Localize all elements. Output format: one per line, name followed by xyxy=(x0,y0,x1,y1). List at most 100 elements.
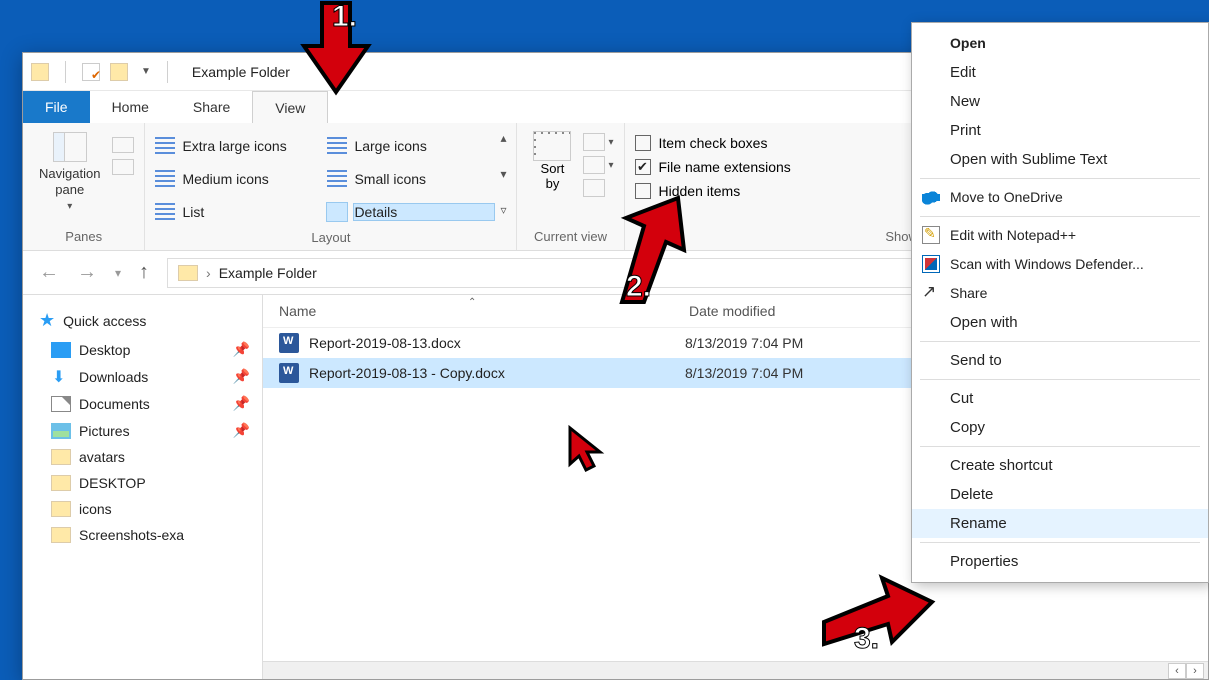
forward-button: → xyxy=(73,261,101,284)
ctx-share[interactable]: Share xyxy=(912,279,1208,308)
ctx-edit-notepadpp[interactable]: Edit with Notepad++ xyxy=(912,221,1208,250)
sidebar-item[interactable]: Downloads 📌 xyxy=(23,363,262,390)
ctx-new[interactable]: New xyxy=(912,87,1208,116)
chevron-down-icon[interactable]: ▾ xyxy=(500,167,506,181)
sidebar-item[interactable]: DESKTOP xyxy=(23,470,262,496)
ctx-open[interactable]: Open xyxy=(912,29,1208,58)
defender-icon xyxy=(922,255,940,273)
recent-dropdown[interactable]: ▾ xyxy=(111,266,125,280)
new-folder-icon[interactable] xyxy=(110,63,128,81)
ctx-open-with[interactable]: Open with xyxy=(912,308,1208,337)
navigation-pane-button[interactable]: Navigation pane ▾ xyxy=(33,127,106,212)
ctx-create-shortcut[interactable]: Create shortcut xyxy=(912,451,1208,480)
group-label: Current view xyxy=(527,226,613,250)
back-button[interactable]: ← xyxy=(35,261,63,284)
onedrive-icon xyxy=(922,188,940,206)
sort-by-button[interactable]: Sort by xyxy=(527,127,577,191)
sizecol-icon xyxy=(583,179,605,197)
pin-icon: 📌 xyxy=(233,341,250,358)
layout-list[interactable]: List xyxy=(182,204,322,220)
desktop-icon xyxy=(51,342,71,358)
annotation-number-1: 1. xyxy=(332,0,357,34)
star-icon: ★ xyxy=(39,310,55,331)
ctx-properties[interactable]: Properties xyxy=(912,547,1208,576)
sidebar-item[interactable]: icons xyxy=(23,496,262,522)
ctx-edit[interactable]: Edit xyxy=(912,58,1208,87)
sidebar-item-label: Pictures xyxy=(79,423,130,439)
sidebar-item[interactable]: Documents📌 xyxy=(23,390,262,417)
properties-icon[interactable]: ✔ xyxy=(82,63,100,81)
file-name: Report-2019-08-13.docx xyxy=(309,335,685,351)
separator xyxy=(920,178,1200,179)
tab-file[interactable]: File xyxy=(23,91,90,123)
separator xyxy=(167,61,168,83)
ctx-print[interactable]: Print xyxy=(912,116,1208,145)
separator xyxy=(920,341,1200,342)
details-pane-icon[interactable] xyxy=(112,159,134,175)
layout-large[interactable]: Large icons xyxy=(354,138,494,154)
group-label: Panes xyxy=(33,226,134,250)
layout-scroll[interactable]: ▴ ▾ ▿ xyxy=(500,127,506,217)
tab-view[interactable]: View xyxy=(252,91,328,123)
ctx-copy[interactable]: Copy xyxy=(912,413,1208,442)
navigation-sidebar[interactable]: ★ Quick access Desktop📌 Downloads 📌 Documen… xyxy=(23,295,263,679)
sidebar-item-label: icons xyxy=(79,501,112,517)
notepadpp-icon xyxy=(922,226,940,244)
tab-home[interactable]: Home xyxy=(90,91,171,123)
doc-icon xyxy=(51,396,71,412)
layout-small[interactable]: Small icons xyxy=(354,171,494,187)
ctx-open-sublime[interactable]: Open with Sublime Text xyxy=(912,145,1208,174)
layout-details[interactable]: Details xyxy=(354,204,494,220)
ctx-send-to[interactable]: Send to xyxy=(912,346,1208,375)
word-doc-icon xyxy=(279,363,299,383)
chevron-right-icon: › xyxy=(206,265,211,281)
add-columns-button[interactable]: ▾ xyxy=(583,156,613,174)
chevron-down-icon[interactable]: ▼ xyxy=(141,66,151,77)
ctx-delete[interactable]: Delete xyxy=(912,480,1208,509)
chevron-down-icon: ▾ xyxy=(67,201,72,212)
annotation-number-3: 3. xyxy=(854,622,879,656)
context-menu[interactable]: Open Edit New Print Open with Sublime Te… xyxy=(911,22,1209,583)
sort-asc-icon: ⌃ xyxy=(468,297,476,308)
sidebar-item[interactable]: avatars xyxy=(23,444,262,470)
annotation-number-2: 2. xyxy=(626,270,651,304)
scroll-left-icon[interactable]: ‹ xyxy=(1168,663,1186,679)
sidebar-item[interactable]: Desktop📌 xyxy=(23,336,262,363)
layout-medium[interactable]: Medium icons xyxy=(182,171,322,187)
tab-share[interactable]: Share xyxy=(171,91,252,123)
pin-icon: 📌 xyxy=(233,368,250,385)
file-date: 8/13/2019 7:04 PM xyxy=(685,335,803,351)
sidebar-item[interactable]: Pictures📌 xyxy=(23,417,262,444)
ctx-move-onedrive[interactable]: Move to OneDrive xyxy=(912,183,1208,212)
sidebar-item[interactable]: Screenshots-exa xyxy=(23,522,262,548)
size-columns-button[interactable] xyxy=(583,179,613,197)
separator xyxy=(920,379,1200,380)
column-date-modified[interactable]: Date modified xyxy=(673,303,893,319)
separator xyxy=(65,61,66,83)
column-name[interactable]: ⌃Name xyxy=(263,303,673,319)
up-button[interactable]: ↑ xyxy=(135,261,153,284)
group-by-button[interactable]: ▾ xyxy=(583,133,613,151)
group-label: Layout xyxy=(155,227,506,251)
ctx-rename[interactable]: Rename xyxy=(912,509,1208,538)
sidebar-quick-access[interactable]: ★ Quick access xyxy=(23,305,262,336)
preview-pane-icon[interactable] xyxy=(112,137,134,153)
chevron-up-icon[interactable]: ▴ xyxy=(500,131,506,145)
ctx-cut[interactable]: Cut xyxy=(912,384,1208,413)
file-extensions-toggle[interactable]: ✔File name extensions xyxy=(635,159,791,175)
share-icon xyxy=(922,284,940,302)
horizontal-scrollbar[interactable]: ‹ › xyxy=(263,661,1208,679)
ctx-scan-defender[interactable]: Scan with Windows Defender... xyxy=(912,250,1208,279)
sidebar-item-label: Screenshots-exa xyxy=(79,527,184,543)
sidebar-item-label: Downloads xyxy=(79,369,148,385)
folder-icon xyxy=(51,475,71,491)
item-checkboxes-toggle[interactable]: Item check boxes xyxy=(635,135,791,151)
scroll-right-icon[interactable]: › xyxy=(1186,663,1204,679)
checkbox-icon xyxy=(635,183,651,199)
folder-icon xyxy=(178,265,198,281)
more-icon[interactable]: ▿ xyxy=(500,203,506,217)
hidden-items-toggle[interactable]: Hidden items xyxy=(635,183,791,199)
layout-extra-large[interactable]: Extra large icons xyxy=(182,138,322,154)
pic-icon xyxy=(51,423,71,439)
separator xyxy=(920,216,1200,217)
